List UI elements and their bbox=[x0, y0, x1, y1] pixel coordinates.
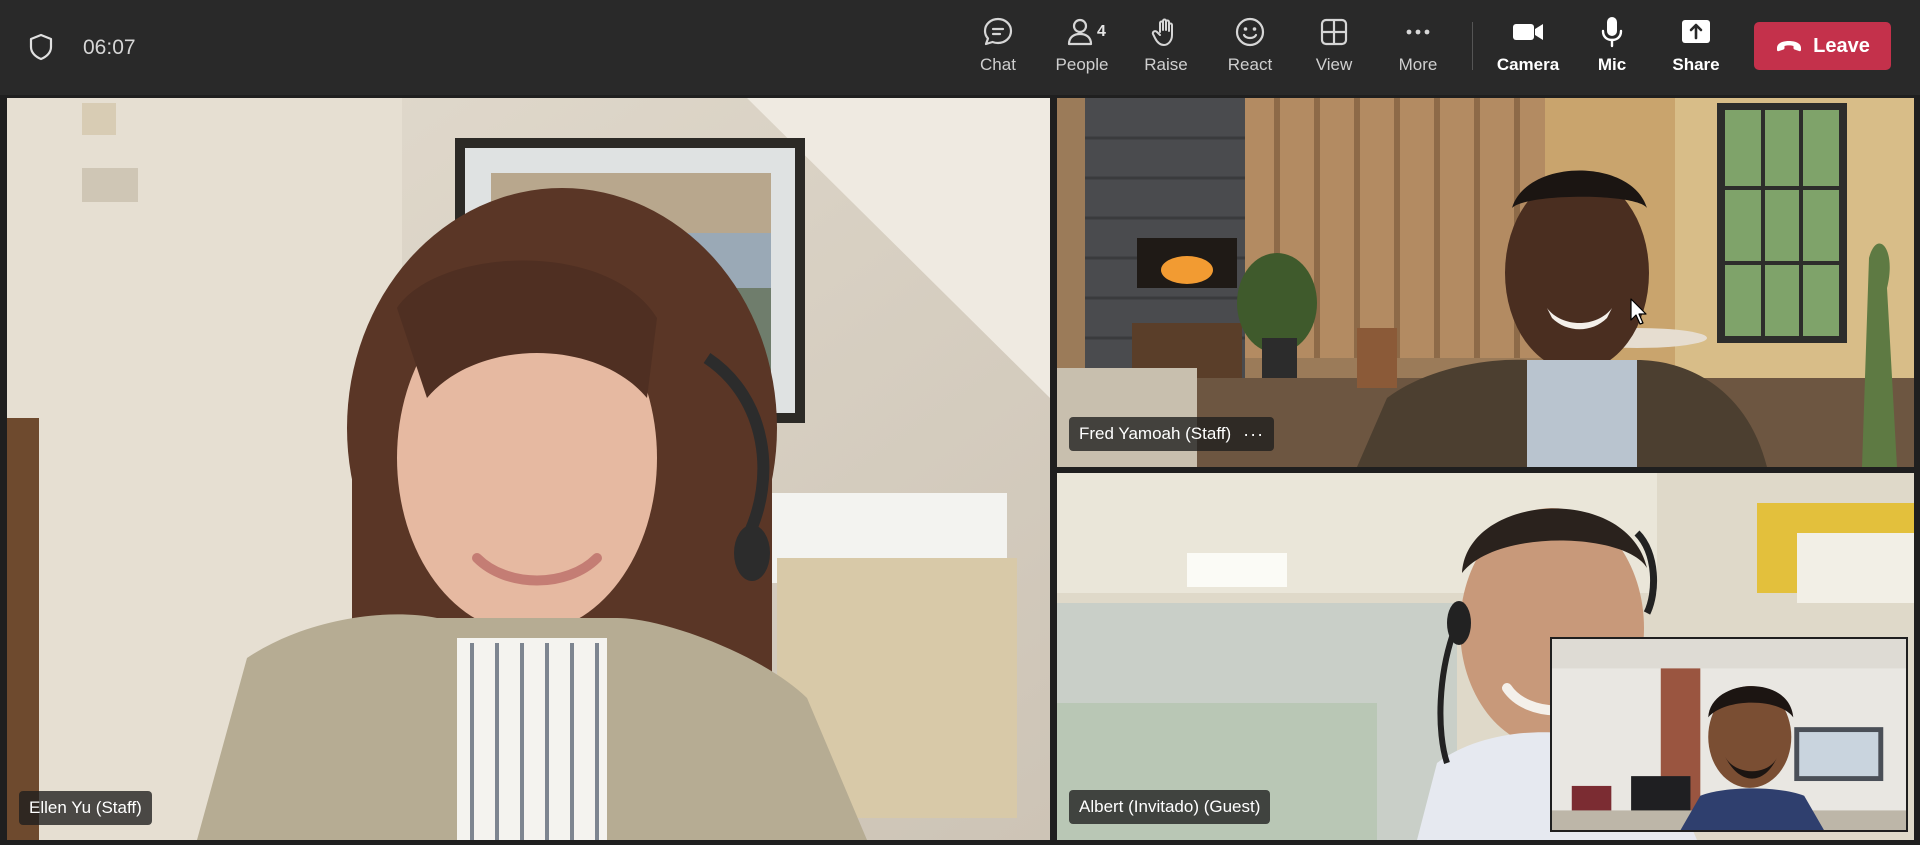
video-tile-ellen[interactable]: Ellen Yu (Staff) bbox=[7, 98, 1050, 840]
video-feed-fred bbox=[1057, 98, 1914, 467]
toolbar-divider bbox=[1472, 22, 1473, 70]
leave-button[interactable]: Leave bbox=[1754, 22, 1891, 70]
self-view-video[interactable] bbox=[1550, 637, 1908, 832]
participant-name: Ellen Yu (Staff) bbox=[29, 798, 142, 817]
participant-more-icon[interactable]: ··· bbox=[1243, 424, 1264, 445]
more-button[interactable]: More bbox=[1376, 15, 1460, 85]
more-label: More bbox=[1398, 55, 1438, 74]
shield-icon[interactable] bbox=[28, 33, 54, 61]
share-label: Share bbox=[1672, 55, 1720, 74]
share-button[interactable]: Share bbox=[1654, 15, 1738, 85]
video-feed-ellen bbox=[7, 98, 1050, 840]
participant-name: Albert (Invitado) (Guest) bbox=[1079, 797, 1261, 816]
participant-nametag-albert: Albert (Invitado) (Guest) bbox=[1069, 790, 1271, 824]
react-button[interactable]: React bbox=[1208, 15, 1292, 85]
raise-hand-icon bbox=[1149, 15, 1183, 49]
share-upload-icon bbox=[1679, 15, 1713, 49]
people-button[interactable]: 4 People bbox=[1040, 15, 1124, 85]
mouse-pointer-icon bbox=[1630, 298, 1647, 325]
smiley-icon bbox=[1233, 15, 1267, 49]
participant-name: Fred Yamoah (Staff) bbox=[1079, 424, 1232, 443]
react-label: React bbox=[1227, 55, 1273, 74]
chat-button[interactable]: Chat bbox=[956, 15, 1040, 85]
camera-icon bbox=[1511, 15, 1545, 49]
video-tile-fred[interactable]: Fred Yamoah (Staff) ··· bbox=[1057, 98, 1914, 467]
grid-view-icon bbox=[1317, 15, 1351, 49]
camera-button[interactable]: Camera bbox=[1486, 15, 1570, 85]
participant-nametag-fred: Fred Yamoah (Staff) ··· bbox=[1069, 417, 1275, 451]
raise-hand-button[interactable]: Raise bbox=[1124, 15, 1208, 85]
people-count-badge: 4 bbox=[1097, 23, 1106, 40]
people-icon: 4 bbox=[1065, 15, 1106, 49]
mic-label: Mic bbox=[1597, 55, 1627, 74]
more-dots-icon bbox=[1401, 15, 1435, 49]
participant-nametag-ellen: Ellen Yu (Staff) bbox=[19, 791, 152, 825]
chat-bubble-icon bbox=[981, 15, 1015, 49]
leave-label: Leave bbox=[1813, 34, 1870, 57]
meeting-toolbar: 06:07 Chat 4 People Raise React View Mor… bbox=[0, 0, 1920, 95]
raise-label: Raise bbox=[1144, 55, 1188, 74]
view-button[interactable]: View bbox=[1292, 15, 1376, 85]
mic-button[interactable]: Mic bbox=[1570, 15, 1654, 85]
microphone-icon bbox=[1595, 15, 1629, 49]
self-view-feed bbox=[1552, 639, 1906, 830]
chat-label: Chat bbox=[980, 55, 1016, 74]
camera-label: Camera bbox=[1496, 55, 1560, 74]
view-label: View bbox=[1315, 55, 1353, 74]
people-label: People bbox=[1055, 55, 1109, 74]
meeting-timer: 06:07 bbox=[83, 36, 136, 59]
phone-hangup-icon bbox=[1777, 41, 1802, 52]
